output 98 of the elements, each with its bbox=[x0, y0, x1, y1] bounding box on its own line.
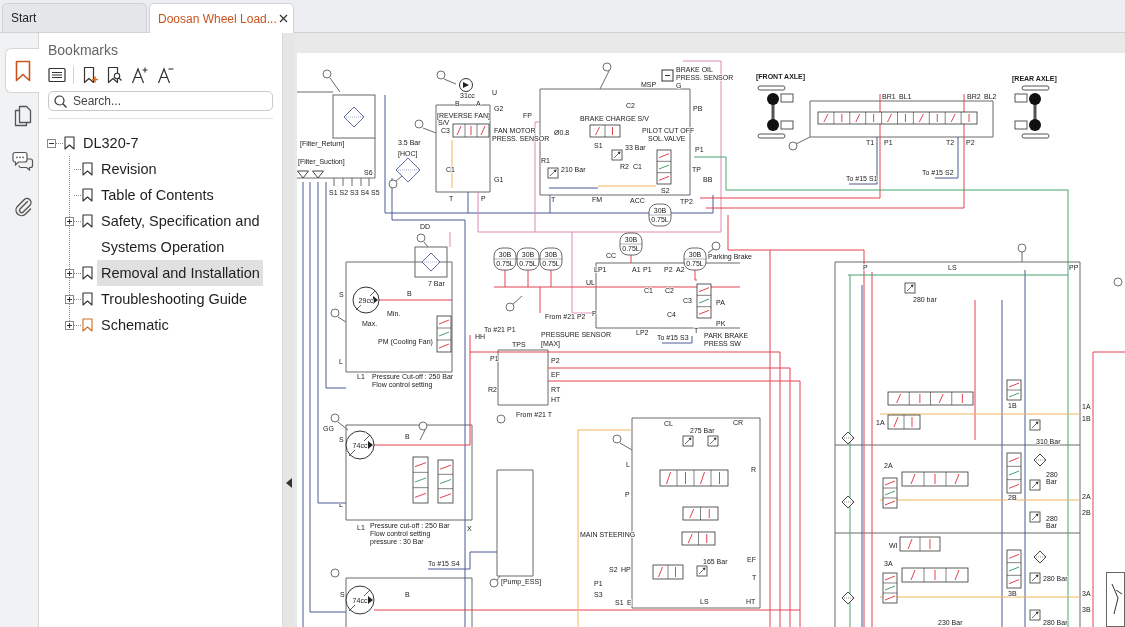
search-field[interactable]: Search... bbox=[48, 91, 273, 111]
brake-charge-valve-symbol bbox=[589, 124, 621, 138]
bookmark-item[interactable]: Revision bbox=[97, 156, 160, 182]
relief-valve-symbol bbox=[904, 282, 916, 294]
accumulator-symbol bbox=[619, 232, 643, 256]
logic-valve-symbol bbox=[1006, 452, 1022, 494]
accumulator-symbol bbox=[648, 203, 672, 227]
callout-circle-icon bbox=[496, 414, 506, 424]
suction-strainer-icon bbox=[312, 170, 324, 179]
return-filter-symbol bbox=[332, 94, 376, 139]
increase-text-size-icon[interactable] bbox=[131, 66, 148, 84]
collapse-icon[interactable] bbox=[47, 138, 56, 148]
callout-circle-icon bbox=[330, 568, 340, 578]
directional-valve-symbol bbox=[899, 536, 941, 552]
logic-valve-symbol bbox=[882, 477, 898, 509]
panel-title: Bookmarks bbox=[48, 42, 120, 59]
close-icon[interactable] bbox=[279, 14, 288, 23]
variable-pump-symbol bbox=[345, 585, 375, 615]
bookmark-item[interactable]: DL320-7 bbox=[79, 130, 142, 156]
pressure-sensor-symbol bbox=[661, 69, 674, 82]
relief-valve-symbol bbox=[1029, 511, 1041, 523]
callout-circle-icon bbox=[330, 308, 340, 318]
bookmark-item[interactable]: Troubleshooting Guide bbox=[97, 286, 251, 312]
tab[interactable]: Doosan Wheel Load... bbox=[149, 3, 294, 33]
pages-icon bbox=[13, 104, 32, 127]
directional-valve-symbol bbox=[901, 471, 969, 487]
filter-symbol bbox=[1033, 453, 1047, 467]
logic-valve-symbol bbox=[882, 572, 898, 604]
relief-valve-symbol bbox=[1029, 609, 1041, 621]
filter-symbol bbox=[841, 495, 855, 509]
expand-icon[interactable] bbox=[65, 216, 74, 226]
callout-circle-icon bbox=[388, 179, 398, 189]
relief-valve-symbol bbox=[611, 149, 623, 161]
pilot-cutoff-valve-symbol bbox=[656, 149, 672, 185]
steering-valve-symbol bbox=[652, 564, 684, 580]
callout-circle-icon bbox=[436, 70, 446, 80]
pump-control-valve-symbol bbox=[436, 315, 452, 353]
callout-circle-icon bbox=[612, 434, 622, 444]
steering-valve-symbol bbox=[682, 506, 719, 521]
expand-icon[interactable] bbox=[65, 320, 74, 330]
decrease-text-size-icon[interactable] bbox=[157, 66, 174, 84]
relief-valve-symbol bbox=[1029, 479, 1041, 491]
variable-pump-symbol bbox=[352, 286, 380, 314]
find-bookmark-icon[interactable] bbox=[107, 66, 122, 84]
filter-symbol bbox=[414, 246, 448, 278]
logic-valve-symbol bbox=[1006, 379, 1022, 401]
tab[interactable]: Start bbox=[2, 3, 147, 32]
steering-valve-symbol bbox=[681, 531, 716, 546]
collapse-panel-icon[interactable] bbox=[286, 478, 292, 488]
steering-valve-symbol bbox=[659, 469, 729, 487]
filter-symbol bbox=[1033, 550, 1047, 564]
callout-circle-icon bbox=[414, 119, 424, 129]
accumulator-symbol bbox=[539, 247, 563, 271]
callout-circle-icon bbox=[418, 421, 428, 431]
relief-valve-symbol bbox=[547, 167, 559, 179]
callout-circle-icon bbox=[505, 302, 515, 312]
rear-axle-drawing bbox=[1014, 85, 1050, 139]
logic-valve-symbol bbox=[1006, 549, 1022, 589]
reverse-fan-valve-symbol bbox=[452, 123, 490, 138]
bookmark-icon bbox=[15, 59, 31, 82]
bookmark-item[interactable]: Schematic bbox=[97, 312, 172, 338]
expand-icon[interactable] bbox=[65, 294, 74, 304]
search-icon bbox=[54, 94, 67, 108]
accumulator-symbol bbox=[516, 247, 540, 271]
bookmark-item[interactable]: Removal and Installation bbox=[97, 260, 263, 286]
filter-symbol bbox=[841, 431, 855, 445]
directional-valve-symbol bbox=[901, 567, 969, 583]
callout-circle-icon bbox=[416, 233, 426, 243]
callout-circle-icon bbox=[1017, 243, 1027, 253]
relief-valve-symbol bbox=[1029, 572, 1041, 584]
fan-motor-symbol bbox=[459, 78, 473, 92]
oil-cooler-symbol bbox=[395, 157, 421, 183]
relief-valve-symbol bbox=[707, 435, 719, 447]
relief-valve-symbol bbox=[682, 435, 694, 447]
bookmarks-tab[interactable] bbox=[5, 48, 40, 93]
callout-circle-icon bbox=[788, 141, 798, 151]
filter-symbol bbox=[841, 591, 855, 605]
speech-bubbles-icon bbox=[11, 150, 34, 171]
callout-circle-icon bbox=[711, 241, 721, 251]
relief-valve-symbol bbox=[1029, 419, 1041, 431]
bookmark-item[interactable]: Safety, Specification and Systems Operation bbox=[97, 208, 273, 260]
pump-control-valve-symbol bbox=[437, 459, 454, 504]
expand-icon[interactable] bbox=[65, 268, 74, 278]
variable-pump-symbol bbox=[345, 430, 375, 460]
accumulator-symbol bbox=[683, 247, 707, 271]
front-axle-drawing bbox=[757, 85, 794, 139]
relief-valve-symbol bbox=[696, 565, 708, 577]
pump-control-valve-symbol bbox=[412, 456, 429, 504]
callout-circle-icon bbox=[330, 413, 340, 423]
accumulator-symbol bbox=[493, 247, 517, 271]
bookmark-item[interactable]: Table of Contents bbox=[97, 182, 217, 208]
callout-circle-icon bbox=[489, 578, 499, 588]
list-icon[interactable] bbox=[48, 67, 66, 83]
callout-circle-icon bbox=[322, 69, 332, 79]
callout-circle-icon bbox=[602, 62, 612, 72]
parking-brake-valve-symbol bbox=[696, 283, 712, 319]
add-bookmark-icon[interactable] bbox=[83, 66, 98, 84]
directional-valve-symbol bbox=[887, 414, 921, 430]
